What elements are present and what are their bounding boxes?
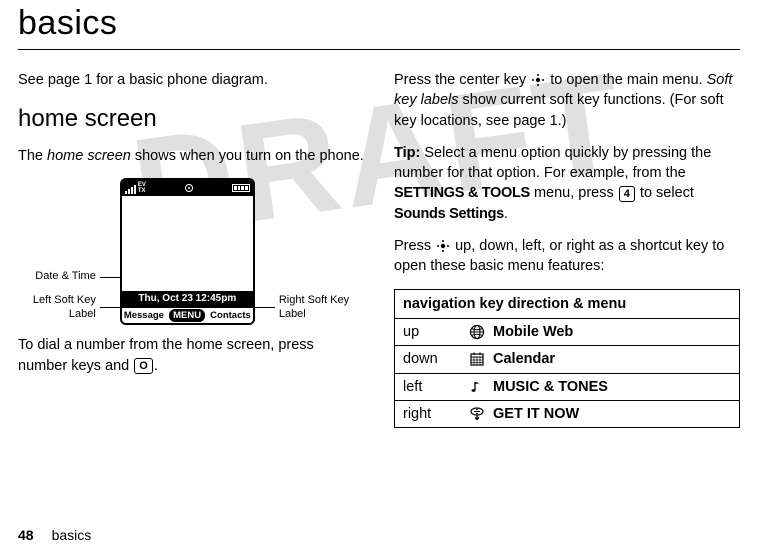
direction-cell: left bbox=[403, 377, 461, 397]
gps-icon bbox=[185, 184, 193, 192]
phone-diagram: Date & Time Left Soft Key Label bbox=[18, 178, 364, 325]
text: . bbox=[154, 358, 158, 374]
battery-icon bbox=[232, 184, 250, 192]
text: shows when you turn on the phone. bbox=[131, 148, 364, 164]
text: menu, press bbox=[530, 185, 618, 201]
text: Press the center key bbox=[394, 72, 530, 88]
table-row: right GET IT NOW bbox=[395, 401, 739, 428]
direction-cell: up bbox=[403, 322, 461, 342]
right-column: Press the center key to open the main me… bbox=[394, 70, 740, 428]
status-bar: EV TX bbox=[122, 180, 253, 196]
option-name: Sounds Settings bbox=[394, 206, 504, 222]
calendar-icon bbox=[461, 349, 493, 369]
right-softkey-label: Contacts bbox=[210, 309, 251, 322]
left-callouts: Date & Time Left Soft Key Label bbox=[33, 182, 122, 321]
feature-cell: GET IT NOW bbox=[493, 404, 731, 424]
center-key-icon bbox=[531, 73, 545, 87]
intro-text: See page 1 for a basic phone diagram. bbox=[18, 70, 364, 90]
table-header: navigation key direction & menu bbox=[395, 290, 739, 319]
callout-leftsoft-label: Left Soft Key Label bbox=[33, 294, 96, 322]
text: Left Soft Key bbox=[33, 294, 96, 306]
callout-datetime: Date & Time bbox=[35, 270, 122, 284]
text: Label bbox=[69, 308, 96, 320]
table-row: down Calendar bbox=[395, 346, 739, 373]
softkey-bar: Message MENU Contacts bbox=[122, 307, 253, 323]
callout-datetime-label: Date & Time bbox=[35, 270, 96, 284]
tip-label: Tip: bbox=[394, 145, 420, 161]
datetime-bar: Thu, Oct 23 12:45pm bbox=[122, 291, 253, 307]
dial-instruction: To dial a number from the home screen, p… bbox=[18, 335, 364, 376]
text: Press bbox=[394, 238, 435, 254]
columns: See page 1 for a basic phone diagram. ho… bbox=[18, 70, 740, 428]
direction-cell: right bbox=[403, 404, 461, 424]
phone-frame: EV TX Thu, Oct 23 12:45pm Message MENU bbox=[120, 178, 255, 325]
callout-leftsoft: Left Soft Key Label bbox=[33, 294, 122, 322]
footer-section: basics bbox=[52, 527, 92, 543]
phone-mock: EV TX Thu, Oct 23 12:45pm Message MENU bbox=[120, 178, 255, 325]
text: TX bbox=[138, 188, 146, 194]
signal-icon bbox=[125, 185, 136, 194]
screen-area bbox=[122, 196, 253, 291]
text: Label bbox=[279, 308, 306, 320]
menu-name: SETTINGS & TOOLS bbox=[394, 185, 530, 201]
callout-line bbox=[100, 307, 122, 308]
home-screen-desc: The home screen shows when you turn on t… bbox=[18, 146, 364, 166]
text: Right Soft Key bbox=[279, 294, 349, 306]
callout-line bbox=[100, 277, 122, 278]
text: The bbox=[18, 148, 47, 164]
text: to open the main menu. bbox=[546, 72, 706, 88]
feature-cell: Mobile Web bbox=[493, 322, 731, 342]
network-label: EV TX bbox=[138, 182, 146, 194]
callout-rightsoft-label: Right Soft Key Label bbox=[279, 294, 349, 322]
feature-cell: Calendar bbox=[493, 349, 731, 369]
subheading-home-screen: home screen bbox=[18, 102, 364, 136]
music-icon bbox=[461, 377, 493, 397]
feature-cell: MUSIC & TONES bbox=[493, 377, 731, 397]
tip-paragraph: Tip: Select a menu option quickly by pre… bbox=[394, 143, 740, 224]
menu-softkey-label: MENU bbox=[169, 309, 205, 322]
globe-icon bbox=[461, 322, 493, 342]
text: To dial a number from the home screen, p… bbox=[18, 337, 314, 373]
title-rule bbox=[18, 49, 740, 50]
text: . bbox=[504, 206, 508, 222]
send-key-icon: O bbox=[134, 358, 153, 374]
page-number: 48 bbox=[18, 527, 34, 543]
text-italic: home screen bbox=[47, 148, 131, 164]
callout-rightsoft: Right Soft Key Label bbox=[253, 294, 349, 322]
center-key-paragraph: Press the center key to open the main me… bbox=[394, 70, 740, 131]
page-footer: 48 basics bbox=[18, 527, 91, 543]
nav-key-paragraph: Press up, down, left, or right as a shor… bbox=[394, 236, 740, 277]
page-title: basics bbox=[18, 4, 740, 43]
left-softkey-label: Message bbox=[124, 309, 164, 322]
table-row: left MUSIC & TONES bbox=[395, 374, 739, 401]
text: Select a menu option quickly by pressing… bbox=[394, 145, 711, 181]
table-row: up Mobile Web bbox=[395, 319, 739, 346]
text: to select bbox=[636, 185, 694, 201]
callout-line bbox=[253, 307, 275, 308]
nav-key-icon bbox=[436, 239, 450, 253]
left-column: See page 1 for a basic phone diagram. ho… bbox=[18, 70, 364, 428]
right-callouts: Right Soft Key Label bbox=[253, 182, 349, 322]
download-icon bbox=[461, 404, 493, 424]
number-key-4: 4 bbox=[619, 186, 635, 202]
direction-cell: down bbox=[403, 349, 461, 369]
nav-table: navigation key direction & menu up Mobil… bbox=[394, 289, 740, 428]
